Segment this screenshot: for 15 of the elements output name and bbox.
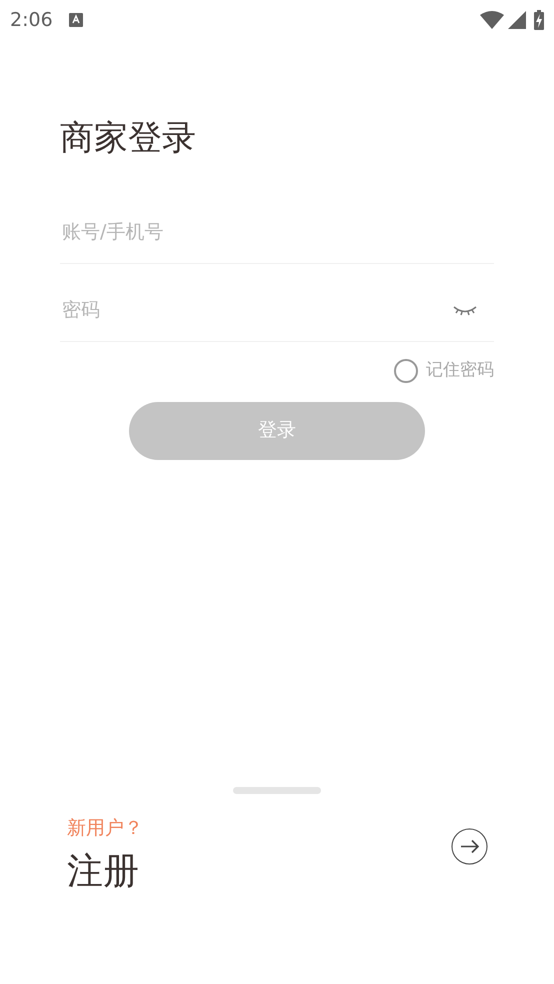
- status-time: 2:06: [10, 8, 53, 33]
- remember-label: 记住密码: [426, 359, 494, 382]
- password-field[interactable]: 密码: [60, 295, 452, 326]
- account-field[interactable]: 账号/手机号: [60, 217, 494, 248]
- battery-charging-icon: [534, 10, 544, 30]
- remember-checkbox[interactable]: [394, 358, 418, 383]
- keyboard-notification-icon: [68, 13, 83, 27]
- new-user-prompt: 新用户？: [67, 816, 144, 840]
- sheet-handle[interactable]: [233, 786, 321, 794]
- register-link[interactable]: 注册: [67, 850, 139, 894]
- signal-icon: [508, 11, 526, 29]
- wifi-icon: [480, 11, 504, 29]
- page-title: 商家登录: [60, 118, 197, 158]
- closed-eye-icon[interactable]: [452, 304, 478, 316]
- arrow-right-icon[interactable]: [451, 828, 488, 865]
